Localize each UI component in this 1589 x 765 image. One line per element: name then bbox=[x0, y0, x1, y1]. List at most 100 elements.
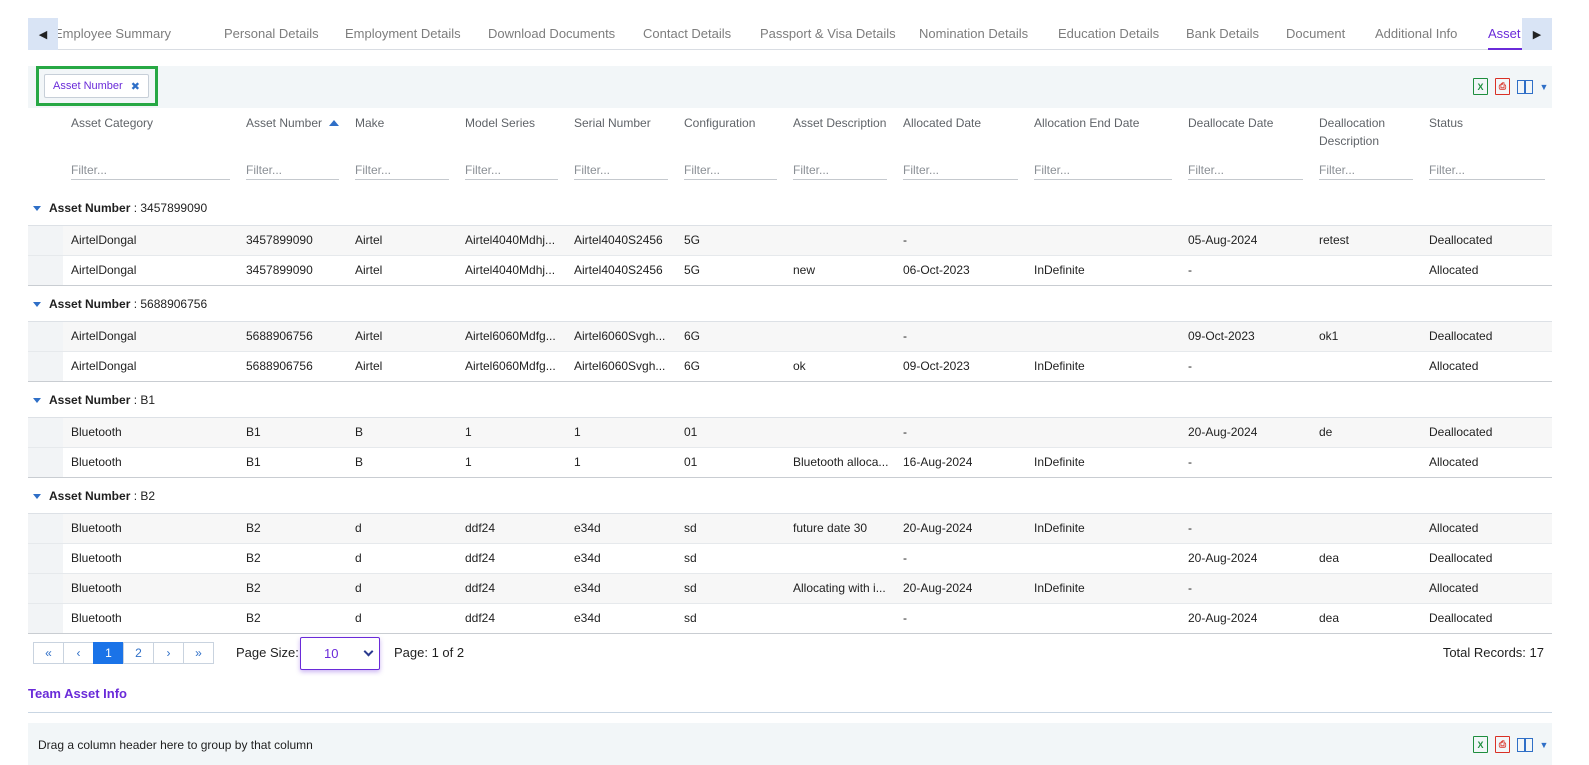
filter-asset-number[interactable] bbox=[246, 160, 339, 180]
table-row[interactable]: Bluetooth B2 d ddf24 e34d sd - 20-Aug-2024 dea De… bbox=[28, 544, 1552, 574]
column-header-status[interactable]: Status bbox=[1429, 114, 1463, 132]
group-field-name: Asset Number bbox=[49, 297, 131, 311]
table-row[interactable]: AirtelDongal 3457899090 Airtel Airtel4040Md… bbox=[28, 226, 1552, 256]
table-row[interactable]: Bluetooth B2 d ddf24 e34d sd - 20-Aug-2024 dea De… bbox=[28, 604, 1552, 634]
next-page-button[interactable]: › bbox=[153, 642, 184, 664]
column-header-asset-category[interactable]: Asset Category bbox=[71, 114, 153, 132]
column-header-asset-description[interactable]: Asset Description bbox=[793, 114, 886, 132]
cell-serial-number: e34d bbox=[574, 581, 601, 595]
filter-serial-number[interactable] bbox=[574, 160, 668, 180]
filter-allocated-date[interactable] bbox=[903, 160, 1018, 180]
column-header-serial-number[interactable]: Serial Number bbox=[574, 114, 651, 132]
tab-education-details[interactable]: Education Details bbox=[1058, 18, 1159, 50]
group-header[interactable]: Asset Number : 3457899090 bbox=[28, 190, 1552, 226]
cell-asset-number: B2 bbox=[246, 521, 261, 535]
cell-make: Airtel bbox=[355, 263, 383, 277]
pdf-export-icon[interactable]: ⎙ bbox=[1495, 736, 1510, 753]
caret-down-icon[interactable]: ▼ bbox=[1540, 736, 1549, 753]
column-chooser-icon[interactable] bbox=[1517, 79, 1533, 94]
filter-deallocate-date[interactable] bbox=[1188, 160, 1303, 180]
tab-personal-details[interactable]: Personal Details bbox=[224, 18, 319, 50]
page-2-button[interactable]: 2 bbox=[123, 642, 154, 664]
group-header[interactable]: Asset Number : 5688906756 bbox=[28, 286, 1552, 322]
table-row[interactable]: AirtelDongal 5688906756 Airtel Airtel6060Md… bbox=[28, 352, 1552, 382]
tab-passport-visa-details[interactable]: Passport & Visa Details bbox=[760, 18, 896, 50]
tab-contact-details[interactable]: Contact Details bbox=[643, 18, 731, 50]
collapse-caret-icon[interactable] bbox=[33, 206, 41, 211]
filter-deallocation-description[interactable] bbox=[1319, 160, 1413, 180]
filter-make[interactable] bbox=[355, 160, 449, 180]
page-1-button[interactable]: 1 bbox=[93, 642, 124, 664]
cell-asset-number: 5688906756 bbox=[246, 329, 313, 343]
group-field-name: Asset Number bbox=[49, 393, 131, 407]
tab-additional-info[interactable]: Additional Info bbox=[1375, 18, 1457, 50]
pdf-export-icon[interactable]: ⎙ bbox=[1495, 78, 1510, 95]
collapse-caret-icon[interactable] bbox=[33, 494, 41, 499]
first-page-button[interactable]: « bbox=[33, 642, 64, 664]
filter-configuration[interactable] bbox=[684, 160, 777, 180]
column-header-deallocate-date[interactable]: Deallocate Date bbox=[1188, 114, 1273, 132]
cell-asset-number: B2 bbox=[246, 551, 261, 565]
collapse-caret-icon[interactable] bbox=[33, 302, 41, 307]
column-chooser-icon[interactable] bbox=[1517, 737, 1533, 752]
page-size-select[interactable]: 10 bbox=[300, 637, 380, 670]
cell-asset-number: B2 bbox=[246, 581, 261, 595]
tab-download-documents[interactable]: Download Documents bbox=[488, 18, 615, 50]
filter-asset-category[interactable] bbox=[71, 160, 230, 180]
column-header-make[interactable]: Make bbox=[355, 114, 384, 132]
table-row[interactable]: Bluetooth B2 d ddf24 e34d sd Allocating with i… bbox=[28, 574, 1552, 604]
grid-toolbar: X ⎙ ▼ bbox=[1473, 78, 1548, 95]
cell-make: d bbox=[355, 611, 362, 625]
filter-model-series[interactable] bbox=[465, 160, 558, 180]
excel-export-icon[interactable]: X bbox=[1473, 736, 1488, 753]
tab-employee-summary[interactable]: Employee Summary bbox=[58, 18, 171, 50]
cell-asset-description: new bbox=[793, 263, 816, 277]
column-header-allocated-date[interactable]: Allocated Date bbox=[903, 114, 981, 132]
tab-nomination-details[interactable]: Nomination Details bbox=[919, 18, 1028, 50]
cell-model-series: Airtel4040Mdhj... bbox=[465, 233, 556, 247]
group-header[interactable]: Asset Number : B1 bbox=[28, 382, 1552, 418]
filter-status[interactable] bbox=[1429, 160, 1545, 180]
cell-allocated-date: 16-Aug-2024 bbox=[903, 455, 973, 469]
tab-bank-details[interactable]: Bank Details bbox=[1186, 18, 1259, 50]
cell-deallocate-date: 09-Oct-2023 bbox=[1188, 329, 1255, 343]
column-header-configuration[interactable]: Configuration bbox=[684, 114, 755, 132]
table-row[interactable]: Bluetooth B2 d ddf24 e34d sd future date 30 20-… bbox=[28, 514, 1552, 544]
tab-document[interactable]: Document bbox=[1286, 18, 1345, 50]
column-header-allocation-end-date[interactable]: Allocation End Date bbox=[1034, 114, 1139, 132]
cell-make: Airtel bbox=[355, 329, 383, 343]
last-page-button[interactable]: » bbox=[183, 642, 214, 664]
caret-down-icon[interactable]: ▼ bbox=[1540, 78, 1549, 95]
close-icon[interactable]: ✖ bbox=[131, 80, 140, 93]
filter-asset-description[interactable] bbox=[793, 160, 887, 180]
cell-asset-category: AirtelDongal bbox=[71, 233, 137, 247]
prev-page-button[interactable]: ‹ bbox=[63, 642, 94, 664]
cell-model-series: Airtel6060Mdfg... bbox=[465, 329, 556, 343]
cell-model-series: 1 bbox=[465, 455, 472, 469]
cell-model-series: ddf24 bbox=[465, 611, 496, 625]
column-header-deallocation-description[interactable]: Deallocation Description bbox=[1319, 114, 1409, 150]
filter-allocation-end-date[interactable] bbox=[1034, 160, 1172, 180]
cell-serial-number: e34d bbox=[574, 551, 601, 565]
column-header-asset-number[interactable]: Asset Number bbox=[246, 114, 340, 132]
table-row[interactable]: Bluetooth B1 B 1 1 01-20-Aug-2024 de Deallocate… bbox=[28, 418, 1552, 448]
cell-asset-number: B2 bbox=[246, 611, 261, 625]
cell-status: Deallocated bbox=[1429, 233, 1493, 247]
cell-model-series: Airtel4040Mdhj... bbox=[465, 263, 556, 277]
table-row[interactable]: AirtelDongal 5688906756 Airtel Airtel6060Md… bbox=[28, 322, 1552, 352]
excel-export-icon[interactable]: X bbox=[1473, 78, 1488, 95]
group-chip-asset-number[interactable]: Asset Number ✖ bbox=[44, 74, 149, 98]
cell-asset-number: 3457899090 bbox=[246, 233, 313, 247]
tab-asset-info[interactable]: Asset Info bbox=[1488, 18, 1522, 50]
cell-make: Airtel bbox=[355, 233, 383, 247]
collapse-caret-icon[interactable] bbox=[33, 398, 41, 403]
group-header[interactable]: Asset Number : B2 bbox=[28, 478, 1552, 514]
tab-scroll-left-button[interactable]: ◀ bbox=[28, 18, 58, 50]
table-row[interactable]: Bluetooth B1 B 1 1 01 Bluetooth alloca... 16-Au… bbox=[28, 448, 1552, 478]
cell-deallocate-date: - bbox=[1188, 521, 1192, 535]
tab-employment-details[interactable]: Employment Details bbox=[345, 18, 461, 50]
table-row[interactable]: AirtelDongal 3457899090 Airtel Airtel4040Md… bbox=[28, 256, 1552, 286]
cell-serial-number: 1 bbox=[574, 425, 581, 439]
column-header-model-series[interactable]: Model Series bbox=[465, 114, 535, 132]
tab-scroll-right-button[interactable]: ▶ bbox=[1522, 18, 1552, 50]
